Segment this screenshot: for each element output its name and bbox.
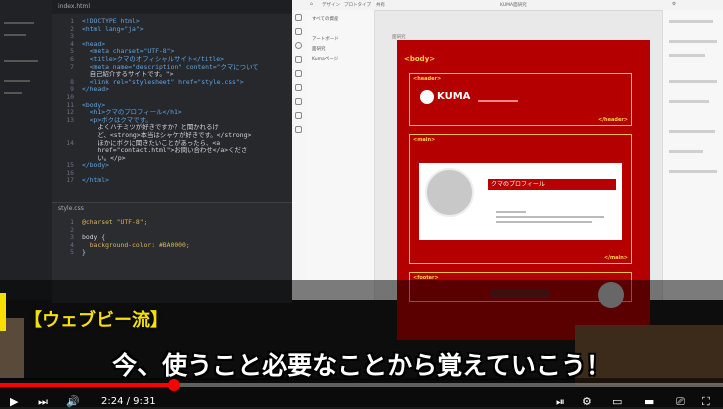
settings-icon[interactable]: ⚙	[672, 2, 676, 7]
layers-search[interactable]: すべての資産	[312, 16, 339, 22]
main-tag-label: <main>	[413, 137, 436, 143]
editor-tab[interactable]: index.html	[52, 0, 292, 14]
code-line[interactable]: 9 </head>	[52, 86, 292, 94]
layer-item[interactable]: Kumaページ	[312, 56, 338, 62]
bear-logo-icon	[420, 90, 434, 104]
volume-icon[interactable]: 🔊	[66, 395, 80, 408]
settings-icon[interactable]: ⚙	[582, 395, 592, 408]
code-line[interactable]: 5}	[52, 249, 292, 257]
line-number: 7	[70, 62, 74, 71]
html-code-block[interactable]: 1 <!DOCTYPE html> 2 <html lang="ja"> 3 4 <head…	[52, 17, 292, 185]
code-text: </head>	[82, 85, 109, 94]
line-number: 13	[66, 115, 74, 124]
logo-text: KUMA	[437, 91, 471, 102]
theater-mode-icon[interactable]: ▬	[644, 395, 654, 408]
code-text: </body>	[82, 161, 109, 170]
caption-accent-bar	[0, 293, 6, 331]
miniplayer-icon[interactable]: ▭	[612, 395, 622, 408]
caption-tag: 【ウェブビー流】	[24, 310, 168, 331]
css-editor-tab[interactable]: style.css	[52, 203, 292, 215]
progress-played	[0, 383, 174, 387]
rectangle-tool-icon[interactable]	[295, 28, 302, 35]
artboard-tool-icon[interactable]	[295, 112, 302, 119]
play-icon[interactable]: ▶	[10, 395, 18, 408]
header-tag-label: <header>	[413, 76, 442, 82]
time-display: 2:24 / 9:31	[101, 396, 156, 407]
code-text: }	[82, 248, 86, 257]
code-line[interactable]: 4 background-color: #BA0000;	[52, 240, 292, 250]
ellipse-tool-icon[interactable]	[295, 42, 302, 49]
layer-item[interactable]: 面研究	[312, 46, 326, 52]
code-text: background-color: #BA0000;	[82, 240, 190, 249]
header-close-label: </header>	[598, 117, 628, 123]
file-explorer-panel	[0, 0, 53, 300]
main-close-label: </main>	[603, 255, 628, 261]
menu-design[interactable]: デザイン	[322, 2, 340, 8]
line-number: 5	[70, 248, 74, 257]
css-code-block[interactable]: 1 @charset "UTF-8"; 2 3 body {4 background-c…	[52, 218, 292, 257]
code-line[interactable]: 2 <html lang="ja">	[52, 24, 292, 34]
code-line[interactable]: 1 @charset "UTF-8";	[52, 218, 292, 227]
home-icon[interactable]: ⌂	[310, 2, 313, 7]
tool-palette	[292, 10, 307, 300]
document-title: KUMA面研究	[500, 3, 527, 8]
code-text: @charset "UTF-8";	[82, 218, 148, 226]
code-line[interactable]: 15 </body>	[52, 162, 292, 170]
profile-title: クマのプロフィール	[488, 179, 616, 190]
text-tool-icon[interactable]	[295, 98, 302, 105]
zoom-tool-icon[interactable]	[295, 126, 302, 133]
body-tag-label: <body>	[404, 55, 436, 63]
code-text: </html>	[82, 176, 109, 185]
layers-panel: すべての資産 アートボード 面研究 Kumaページ	[306, 10, 375, 300]
line-number: 17	[66, 176, 74, 185]
header-tagline	[478, 100, 518, 102]
line-tool-icon[interactable]	[295, 70, 302, 77]
code-text: <html lang="ja">	[82, 24, 144, 33]
code-line[interactable]: 17 </html>	[52, 177, 292, 185]
layer-item[interactable]: アートボード	[312, 36, 339, 42]
line-number: 14	[66, 138, 74, 147]
scrubber-handle[interactable]	[167, 379, 180, 391]
menu-share[interactable]: 共有	[376, 2, 385, 8]
pen-tool-icon[interactable]	[295, 84, 302, 91]
bear-avatar	[425, 168, 474, 217]
menu-prototype[interactable]: プロトタイプ	[344, 2, 371, 8]
caption-subtitle: 今、使うこと必要なことから覚えていこう！	[112, 351, 611, 380]
polygon-tool-icon[interactable]	[295, 56, 302, 63]
select-tool-icon[interactable]	[295, 14, 302, 21]
properties-panel	[662, 10, 723, 300]
